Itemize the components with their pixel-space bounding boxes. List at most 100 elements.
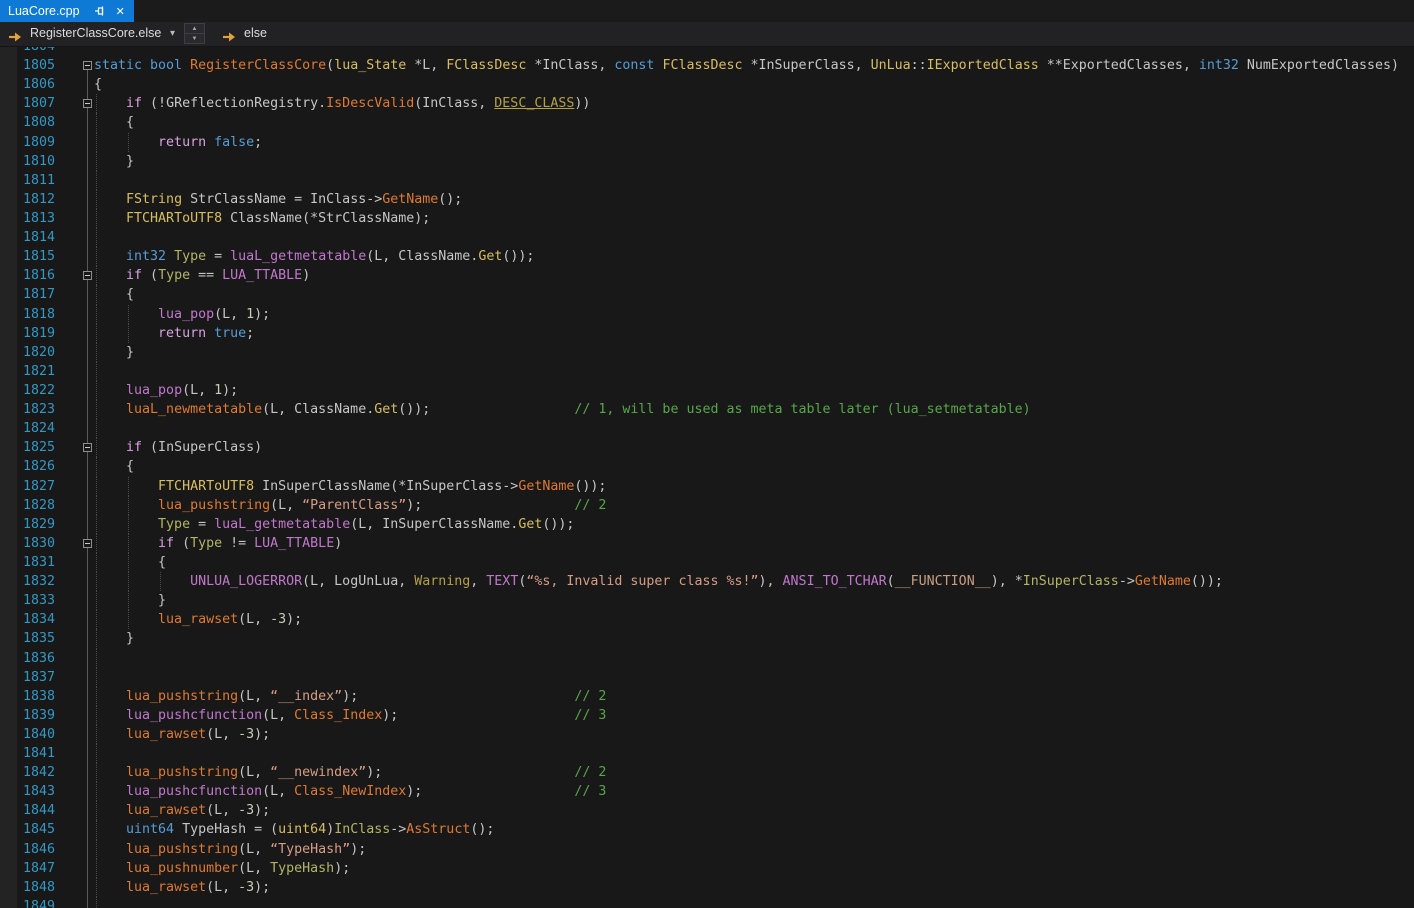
fold-extent-line [87, 343, 88, 362]
fold-extent-line [87, 285, 88, 304]
code-text: if (InSuperClass) [94, 438, 262, 457]
code-line: 1811 [0, 171, 1414, 190]
code-line: 1810 } [0, 152, 1414, 171]
code-line: 1845 uint64 TypeHash = (uint64)InClass->… [0, 820, 1414, 839]
code-line: 1831 { [0, 553, 1414, 572]
fold-extent-line [87, 801, 88, 820]
fold-extent-line [87, 687, 88, 706]
code-line: 1804 [0, 47, 1414, 56]
code-text: luaL_newmetatable(L, ClassName.Get()); /… [94, 400, 1031, 419]
code-line: 1825 if (InSuperClass) [0, 438, 1414, 457]
fold-extent-line [87, 477, 88, 496]
code-text: } [94, 152, 134, 171]
code-text: if (!GReflectionRegistry.IsDescValid(InC… [94, 94, 590, 113]
line-number: 1842 [0, 763, 55, 782]
line-number: 1805 [0, 56, 55, 75]
code-text: { [94, 457, 134, 476]
code-line: 1841 [0, 744, 1414, 763]
code-line: 1832 UNLUA_LOGERROR(L, LogUnLua, Warning… [0, 572, 1414, 591]
line-number: 1835 [0, 629, 55, 648]
member-dropdown[interactable]: else [244, 26, 267, 40]
code-line: 1847 lua_pushnumber(L, TypeHash); [0, 859, 1414, 878]
tab-luacore-cpp[interactable]: LuaCore.cpp ✕ [0, 0, 134, 22]
code-line: 1842 lua_pushstring(L, “__newindex”); //… [0, 763, 1414, 782]
tab-label: LuaCore.cpp [8, 4, 80, 18]
line-number: 1831 [0, 553, 55, 572]
navigation-bar: RegisterClassCore.else ▾ ▲ ▼ else [0, 22, 1414, 47]
pin-icon[interactable] [94, 5, 106, 17]
scope-dropdown[interactable]: RegisterClassCore.else [30, 26, 161, 40]
line-number: 1849 [0, 897, 55, 908]
code-line: 1812 FString StrClassName = InClass->Get… [0, 190, 1414, 209]
code-line: 1834 lua_rawset(L, -3); [0, 610, 1414, 629]
indent-guide [96, 419, 97, 438]
code-line: 1833 } [0, 591, 1414, 610]
fold-extent-line [87, 763, 88, 782]
fold-extent-line [87, 362, 88, 381]
line-number: 1812 [0, 190, 55, 209]
fold-extent-line [87, 629, 88, 648]
line-number: 1841 [0, 744, 55, 763]
code-text: lua_rawset(L, -3); [94, 878, 270, 897]
code-text: lua_pop(L, 1); [94, 305, 270, 324]
code-text: lua_pushstring(L, “ParentClass”); // 2 [94, 496, 606, 515]
spinner-up-button[interactable]: ▲ [185, 24, 204, 34]
code-text: FTCHARToUTF8 ClassName(*StrClassName); [94, 209, 430, 228]
indent-guide [96, 649, 97, 668]
fold-extent-line [87, 782, 88, 801]
code-text: lua_pushcfunction(L, Class_NewIndex); //… [94, 782, 606, 801]
fold-extent-line [87, 649, 88, 668]
fold-toggle[interactable] [83, 61, 92, 70]
scope-arrow-icon [8, 29, 22, 47]
line-number: 1815 [0, 247, 55, 266]
code-text: lua_pushcfunction(L, Class_Index); // 3 [94, 706, 606, 725]
tab-strip: LuaCore.cpp ✕ [0, 0, 1414, 22]
chevron-down-icon[interactable]: ▾ [170, 28, 175, 39]
code-text: return true; [94, 324, 254, 343]
fold-toggle[interactable] [83, 99, 92, 108]
code-text: { [94, 285, 134, 304]
code-text: if (Type == LUA_TTABLE) [94, 266, 310, 285]
fold-toggle[interactable] [83, 539, 92, 548]
indent-guide [96, 668, 97, 687]
fold-toggle[interactable] [83, 443, 92, 452]
fold-extent-line [87, 878, 88, 897]
code-text: lua_pushstring(L, “__newindex”); // 2 [94, 763, 606, 782]
fold-extent-line [87, 725, 88, 744]
line-number: 1817 [0, 285, 55, 304]
code-line: 1815 int32 Type = luaL_getmetatable(L, C… [0, 247, 1414, 266]
code-line: 1805static bool RegisterClassCore(lua_St… [0, 56, 1414, 75]
close-icon[interactable]: ✕ [116, 5, 125, 18]
fold-extent-line [87, 133, 88, 152]
fold-extent-line [87, 553, 88, 572]
code-line: 1843 lua_pushcfunction(L, Class_NewIndex… [0, 782, 1414, 801]
line-number: 1843 [0, 782, 55, 801]
fold-toggle[interactable] [83, 271, 92, 280]
indent-guide [96, 897, 97, 908]
code-editor[interactable]: 18041805static bool RegisterClassCore(lu… [0, 47, 1414, 908]
code-line: 1818 lua_pop(L, 1); [0, 305, 1414, 324]
line-number: 1840 [0, 725, 55, 744]
code-line: 1836 [0, 649, 1414, 668]
fold-extent-line [87, 496, 88, 515]
fold-extent-line [87, 419, 88, 438]
fold-extent-line [87, 820, 88, 839]
code-line: 1822 lua_pop(L, 1); [0, 381, 1414, 400]
line-number: 1827 [0, 477, 55, 496]
code-line: 1827 FTCHARToUTF8 InSuperClassName(*InSu… [0, 477, 1414, 496]
line-number: 1847 [0, 859, 55, 878]
indent-guide [96, 744, 97, 763]
code-line: 1848 lua_rawset(L, -3); [0, 878, 1414, 897]
fold-extent-line [87, 171, 88, 190]
line-number: 1816 [0, 266, 55, 285]
code-text: { [94, 113, 134, 132]
fold-extent-line [87, 668, 88, 687]
code-line: 1814 [0, 228, 1414, 247]
code-text: int32 Type = luaL_getmetatable(L, ClassN… [94, 247, 534, 266]
code-text: } [94, 591, 166, 610]
code-line: 1823 luaL_newmetatable(L, ClassName.Get(… [0, 400, 1414, 419]
code-line: 1830 if (Type != LUA_TTABLE) [0, 534, 1414, 553]
fold-extent-line [87, 572, 88, 591]
spinner-down-button[interactable]: ▼ [185, 34, 204, 43]
line-number: 1832 [0, 572, 55, 591]
